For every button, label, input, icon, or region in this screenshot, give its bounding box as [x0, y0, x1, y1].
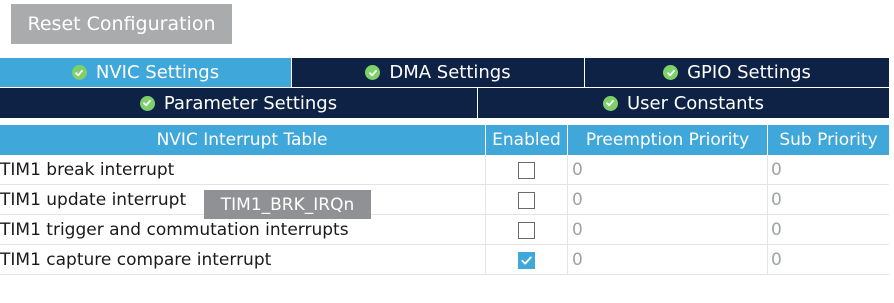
tab-parameter-settings[interactable]: Parameter Settings — [0, 88, 477, 118]
table-row[interactable]: TIM1 capture compare interrupt 0 0 — [0, 245, 889, 275]
interrupt-name: TIM1 trigger and commutation interrupts — [0, 220, 349, 240]
tab-label: NVIC Settings — [95, 62, 220, 83]
nvic-interrupt-table: NVIC Interrupt Table Enabled Preemption … — [0, 125, 889, 275]
preemption-priority-value[interactable]: 0 — [567, 185, 767, 215]
tab-label: DMA Settings — [389, 62, 511, 83]
sub-priority-value[interactable]: 0 — [767, 155, 889, 185]
enabled-checkbox[interactable] — [518, 221, 535, 239]
preemption-priority-value[interactable]: 0 — [567, 155, 767, 185]
tab-user-constants[interactable]: User Constants — [478, 88, 889, 118]
checkmark-icon — [521, 255, 532, 264]
column-header-preemption-priority[interactable]: Preemption Priority — [567, 125, 767, 155]
enabled-cell — [485, 155, 567, 185]
tab-label: GPIO Settings — [687, 62, 811, 83]
enabled-cell — [485, 215, 567, 245]
check-circle-icon — [71, 65, 87, 80]
check-circle-icon — [602, 95, 618, 111]
interrupt-name: TIM1 break interrupt — [0, 160, 175, 180]
check-circle-icon — [139, 95, 155, 111]
column-header-enabled[interactable]: Enabled — [485, 125, 567, 155]
tab-nvic-settings[interactable]: NVIC Settings — [0, 58, 291, 87]
enabled-checkbox[interactable] — [518, 191, 535, 209]
enabled-cell — [485, 185, 567, 215]
table-row[interactable]: TIM1 trigger and commutation interrupts … — [0, 215, 889, 245]
preemption-priority-value[interactable]: 0 — [567, 215, 767, 245]
table-row[interactable]: TIM1 break interrupt 0 0 — [0, 155, 889, 185]
enabled-checkbox[interactable] — [518, 161, 535, 179]
tab-dma-settings[interactable]: DMA Settings — [292, 58, 584, 87]
column-header-interrupt[interactable]: NVIC Interrupt Table — [0, 125, 484, 155]
tab-label: User Constants — [626, 92, 765, 114]
sub-priority-value[interactable]: 0 — [767, 215, 889, 245]
column-header-sub-priority[interactable]: Sub Priority — [767, 125, 889, 155]
tab-label: Parameter Settings — [163, 92, 338, 114]
tab-gpio-settings[interactable]: GPIO Settings — [585, 58, 889, 87]
table-header: NVIC Interrupt Table Enabled Preemption … — [0, 125, 889, 155]
interrupt-name: TIM1 capture compare interrupt — [0, 250, 272, 270]
enabled-checkbox[interactable] — [518, 251, 535, 269]
sub-priority-value[interactable]: 0 — [767, 245, 889, 275]
preemption-priority-value[interactable]: 0 — [567, 245, 767, 275]
tooltip: TIM1_BRK_IRQn — [204, 190, 371, 219]
sub-priority-value[interactable]: 0 — [767, 185, 889, 215]
enabled-cell — [485, 245, 567, 275]
check-circle-icon — [663, 65, 679, 80]
reset-configuration-button[interactable]: Reset Configuration — [11, 4, 232, 44]
check-circle-icon — [365, 65, 381, 80]
table-row[interactable]: TIM1 update interrupt 0 0 — [0, 185, 889, 215]
